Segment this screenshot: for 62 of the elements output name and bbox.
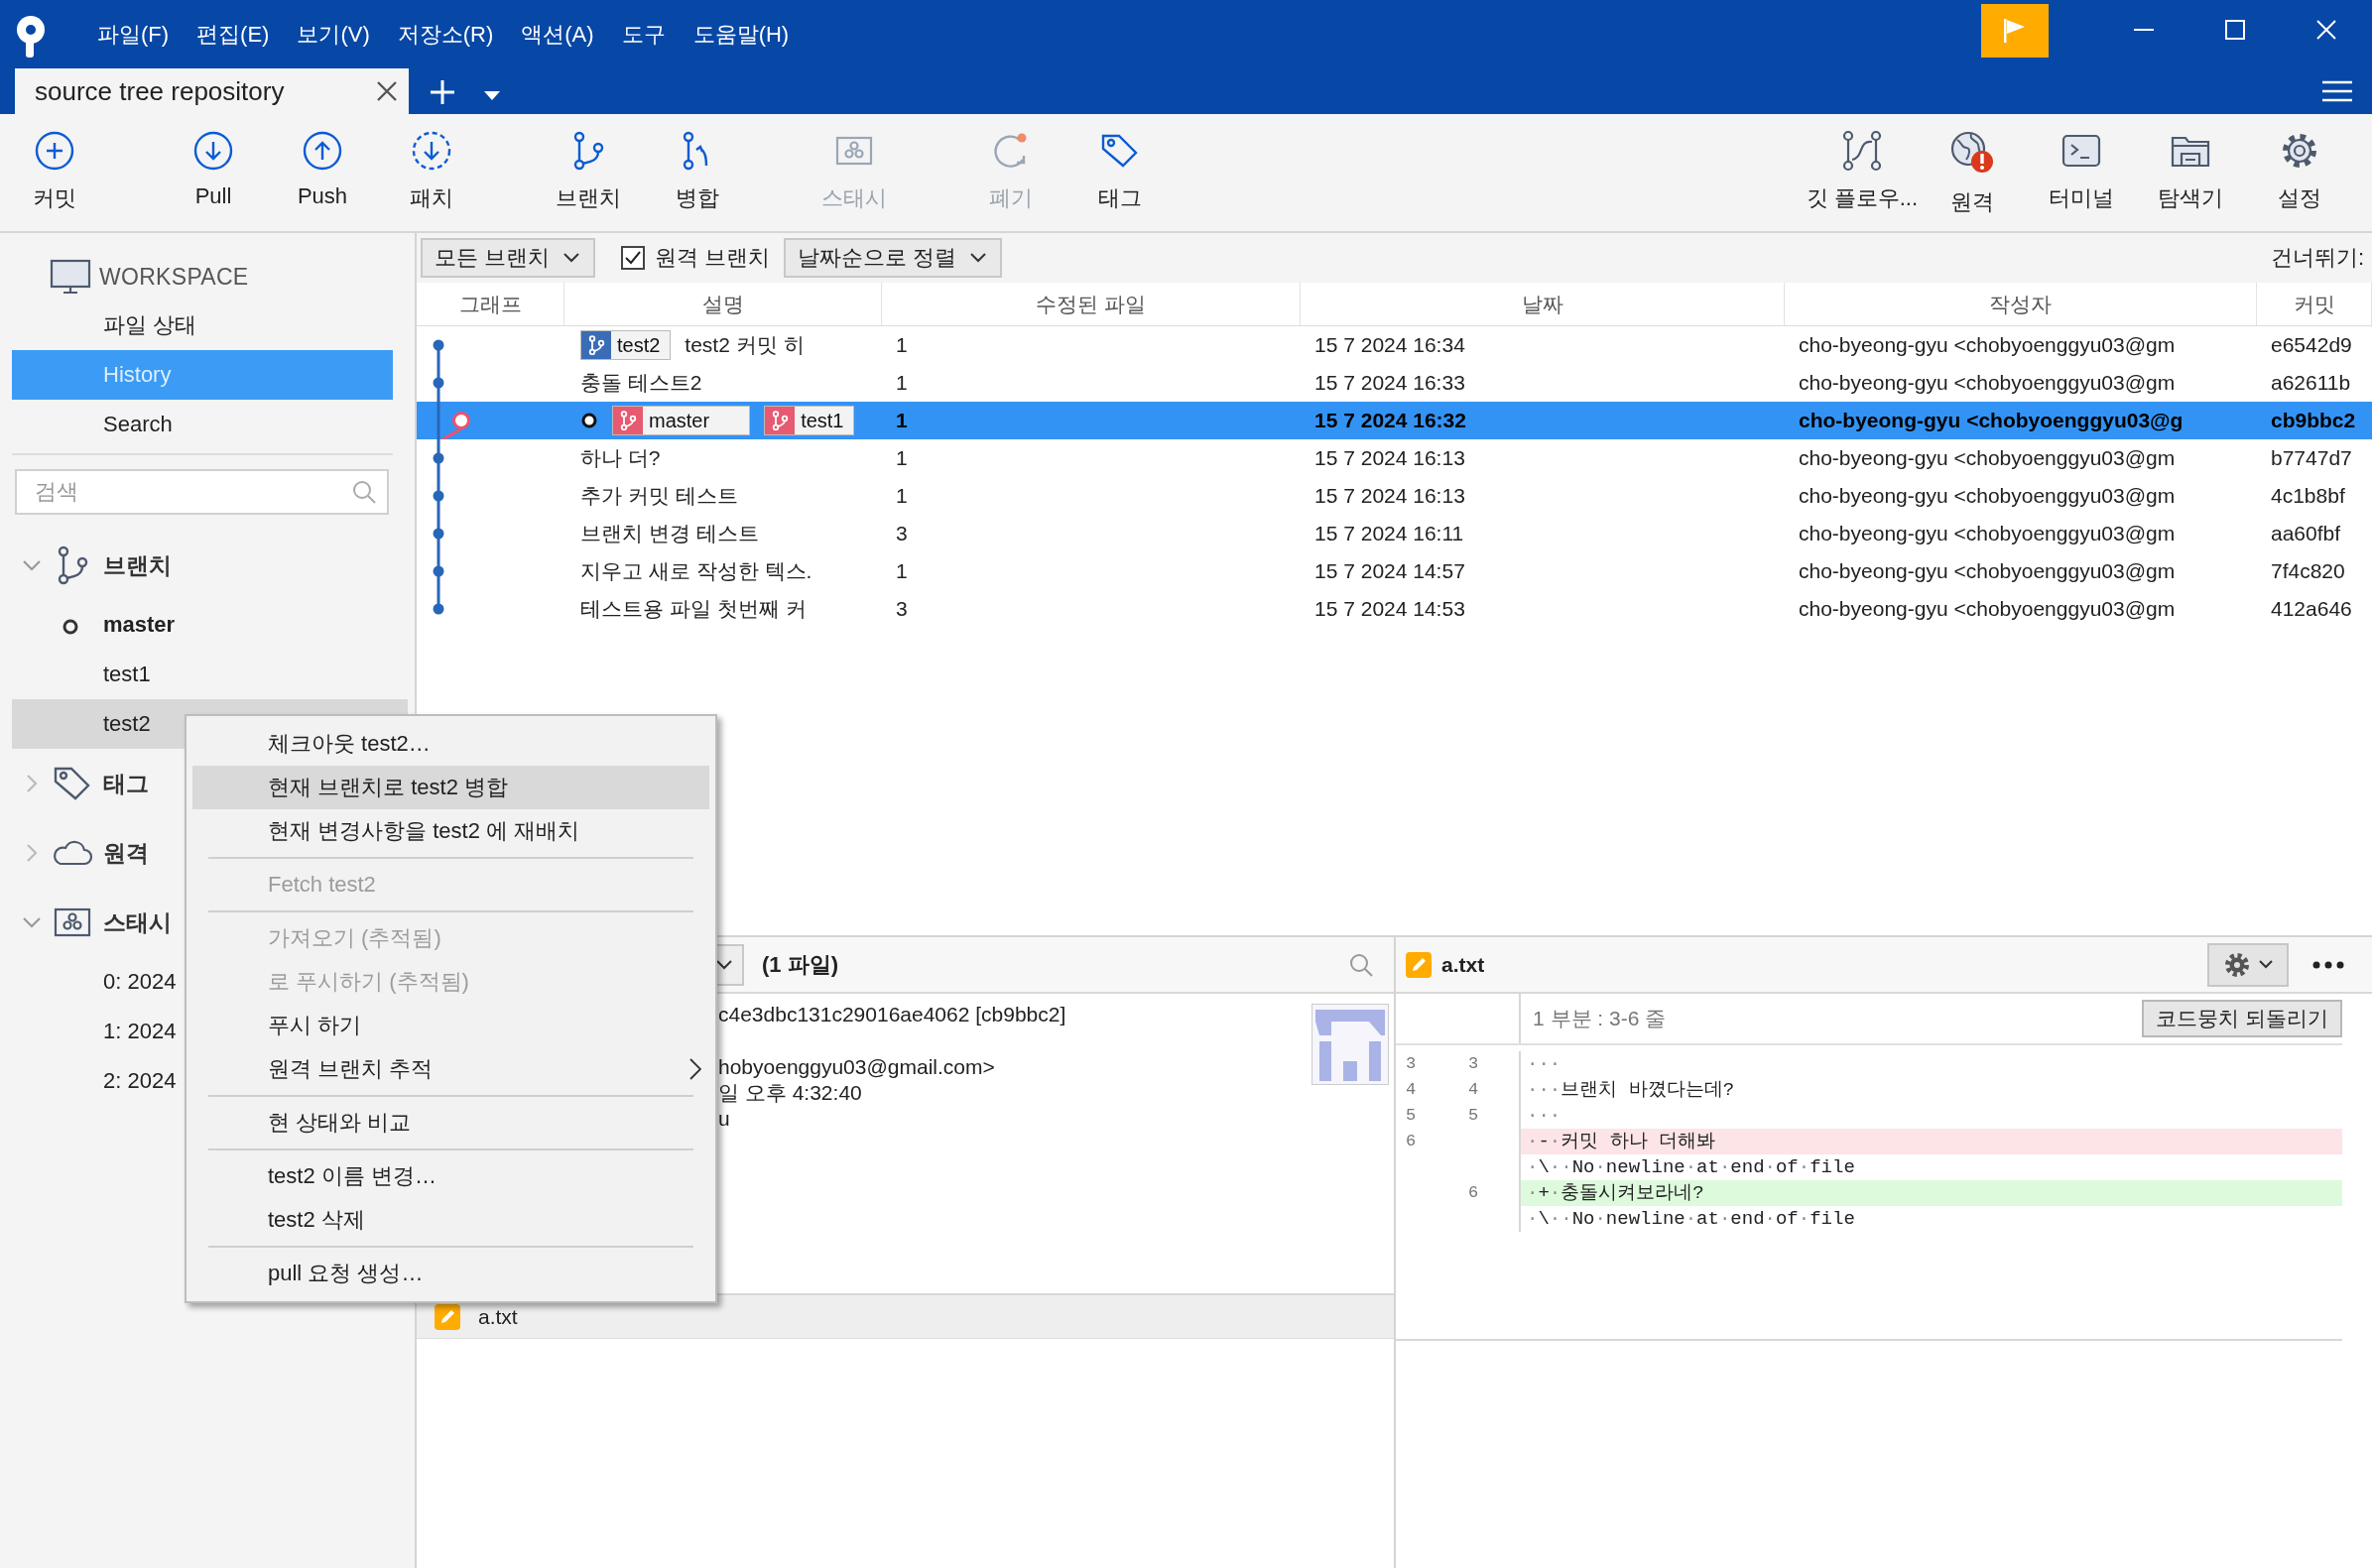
table-cell-text: cho-byeong-gyu <chobyoenggyu03@gm	[1798, 371, 2177, 395]
line-number: 5	[1467, 1105, 1480, 1127]
table-cell-text: 1	[895, 446, 909, 470]
commit-detail-text: u	[718, 1106, 731, 1132]
file-name: a.txt	[478, 1304, 518, 1329]
table-cell-text: 지우고 새로 작성한 텍스.	[580, 558, 812, 584]
table-cell-text: test2 커밋 히	[685, 332, 805, 358]
diff-line: ···브랜치 바꼈다는데?	[1526, 1078, 1736, 1103]
table-cell-text: 412a646	[2270, 597, 2353, 621]
line-number: 3	[1405, 1053, 1418, 1075]
diff-line: ·\··No·newline·at·end·of·file	[1526, 1155, 1856, 1180]
table-cell-text: 추가 커밋 테스트	[580, 483, 738, 509]
table-cell-text: cho-byeong-gyu <chobyoenggyu03@gm	[1798, 484, 2177, 508]
line-number: 4	[1467, 1079, 1480, 1101]
table-cell-text: cho-byeong-gyu <chobyoenggyu03@gm	[1798, 446, 2177, 470]
table-cell-text: cho-byeong-gyu <chobyoenggyu03@gm	[1798, 559, 2177, 583]
table-cell-text: e6542d9	[2270, 333, 2353, 357]
table-cell-text: 1	[895, 559, 909, 583]
table-cell-text: cho-byeong-gyu <chobyoenggyu03@gm	[1798, 522, 2177, 545]
hunk-header: 1 부분 : 3-6 줄	[1533, 1006, 1667, 1031]
table-cell-text: 테스트용 파일 첫번째 커	[580, 596, 807, 622]
table-cell-text: cho-byeong-gyu <chobyoenggyu03@g	[1798, 409, 2185, 432]
table-cell-text: 15 7 2024 14:57	[1313, 559, 1466, 583]
commit-detail-text: 일 오후 4:32:40	[718, 1080, 863, 1106]
table-cell-text: aa60fbf	[2270, 522, 2342, 545]
table-cell-text: 15 7 2024 16:13	[1313, 484, 1466, 508]
line-number: 5	[1405, 1105, 1418, 1127]
line-number: 4	[1405, 1079, 1418, 1101]
table-cell-text: 15 7 2024 16:13	[1313, 446, 1466, 470]
file-count: (1 파일)	[762, 950, 838, 979]
table-cell-text: 1	[895, 371, 909, 395]
table-cell-text: cb9bbc2	[2270, 409, 2357, 432]
table-cell-text: a62611b	[2270, 371, 2352, 395]
table-cell-text: 15 7 2024 16:11	[1313, 522, 1465, 545]
file-name: a.txt	[1441, 952, 1485, 977]
table-cell-text: 1	[895, 409, 909, 432]
table-cell-text: 4c1b8bf	[2270, 484, 2346, 508]
line-number: 6	[1405, 1131, 1418, 1152]
table-cell-text: b7747d7	[2270, 446, 2353, 470]
diff-line: ···	[1526, 1104, 1562, 1129]
table-cell-text: 충돌 테스트2	[580, 370, 702, 396]
table-cell-text: 브랜치 변경 테스트	[580, 521, 759, 546]
diff-line: ···	[1526, 1052, 1562, 1077]
workspace-heading: WORKSPACE	[99, 263, 249, 291]
table-cell-text: 15 7 2024 14:53	[1313, 597, 1466, 621]
table-cell-text: 15 7 2024 16:33	[1313, 371, 1466, 395]
skip-label: 건너뛰기:	[2270, 244, 2364, 272]
commit-detail-text: hobyoenggyu03@gmail.com>	[718, 1054, 996, 1080]
table-cell-text: 15 7 2024 16:34	[1313, 333, 1466, 357]
diff-line: ·\··No·newline·at·end·of·file	[1526, 1207, 1856, 1232]
commit-detail-text: c4e3dbc131c29016ae4062 [cb9bbc2]	[718, 1002, 1067, 1027]
table-cell-text: 7f4c820	[2270, 559, 2346, 583]
table-cell-text: 15 7 2024 16:32	[1313, 409, 1467, 432]
table-cell-text: 3	[895, 522, 909, 545]
line-number: 3	[1467, 1053, 1480, 1075]
table-cell-text: cho-byeong-gyu <chobyoenggyu03@gm	[1798, 597, 2177, 621]
table-cell-text: cho-byeong-gyu <chobyoenggyu03@gm	[1798, 333, 2177, 357]
line-number: 6	[1467, 1182, 1480, 1204]
table-cell-text: 1	[895, 333, 909, 357]
table-cell-text: 3	[895, 597, 909, 621]
table-cell-text: 하나 더?	[580, 445, 661, 471]
table-cell-text: 1	[895, 484, 909, 508]
